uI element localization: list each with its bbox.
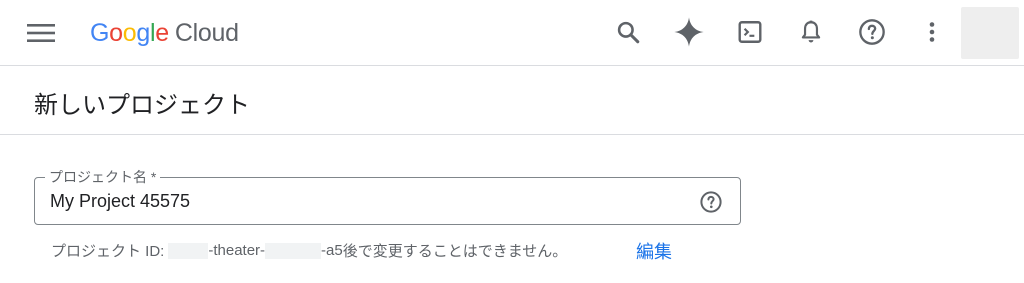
google-cloud-logo[interactable]: Google Cloud xyxy=(90,16,239,50)
notifications-button[interactable] xyxy=(791,12,831,52)
notifications-icon xyxy=(801,20,821,43)
project-name-label: プロジェクト名 * xyxy=(45,168,161,186)
redacted-block xyxy=(168,242,209,259)
top-bar: Google Cloud xyxy=(0,0,1024,66)
project-id-note: 後で変更することはできません。 xyxy=(342,243,568,260)
logo-product: Cloud xyxy=(174,18,239,47)
logo-letter: o xyxy=(109,18,123,47)
more-vert-icon xyxy=(929,22,935,42)
edit-project-id-link[interactable]: 編集 xyxy=(636,238,672,264)
project-id-part: -a5 xyxy=(321,242,343,259)
account-avatar[interactable] xyxy=(961,7,1019,59)
search-button[interactable] xyxy=(608,12,648,52)
cloud-shell-button[interactable] xyxy=(730,12,770,52)
menu-icon xyxy=(27,24,55,42)
redacted-block xyxy=(265,242,322,259)
project-id-part: -theater- xyxy=(208,242,266,259)
menu-button[interactable] xyxy=(22,17,60,49)
gemini-sparkle-icon xyxy=(674,17,704,47)
project-name-input[interactable] xyxy=(50,188,670,214)
help-button[interactable] xyxy=(852,12,892,52)
logo-letter: e xyxy=(155,18,169,47)
project-id-prefix: プロジェクト ID: xyxy=(51,243,165,260)
cloud-shell-icon xyxy=(738,21,762,43)
page-header: 新しいプロジェクト xyxy=(0,67,1024,135)
logo-letter: G xyxy=(90,18,110,47)
project-name-help-button[interactable] xyxy=(698,189,724,215)
logo-letter: g xyxy=(136,18,150,47)
logo-google: Google xyxy=(90,19,169,48)
search-icon xyxy=(617,21,640,44)
gemini-button[interactable] xyxy=(669,12,709,52)
help-icon xyxy=(859,19,885,45)
page-title: 新しいプロジェクト xyxy=(34,92,250,119)
project-name-field[interactable]: プロジェクト名 * xyxy=(34,168,741,225)
help-icon xyxy=(700,191,722,213)
project-id-line: プロジェクト ID: -theater- -a5 後で変更することはできません。 xyxy=(51,240,567,261)
logo-letter: o xyxy=(122,18,137,47)
more-options-button[interactable] xyxy=(912,12,952,52)
